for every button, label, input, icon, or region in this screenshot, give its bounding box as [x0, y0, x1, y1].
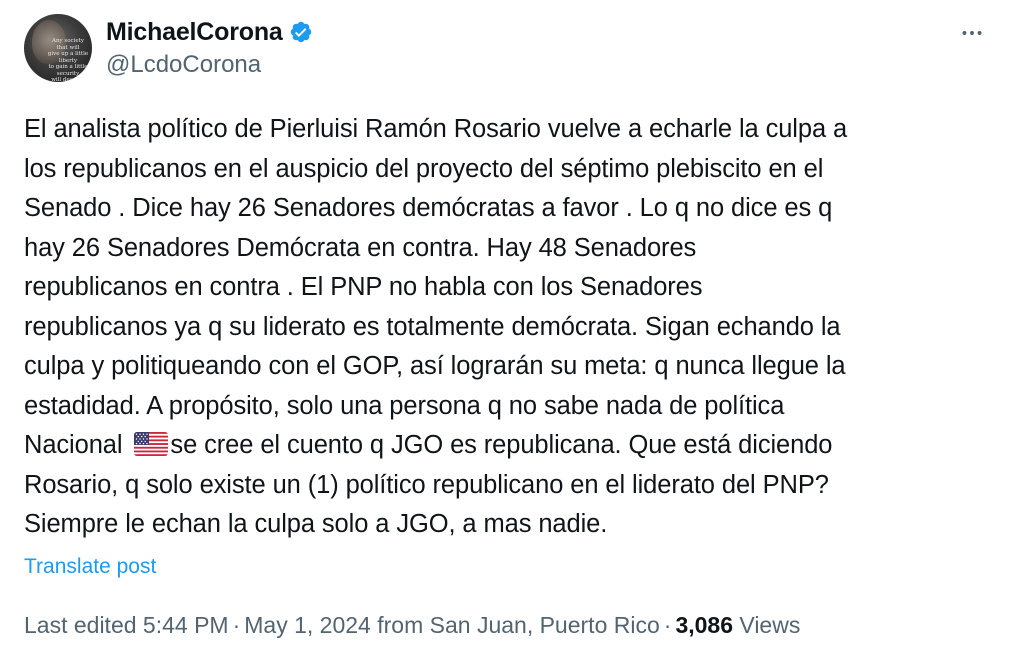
separator: · [232, 612, 241, 638]
edited-time-link[interactable]: Last edited 5:44 PM [24, 612, 229, 638]
user-info: MichaelCorona @LcdoCorona [106, 14, 313, 80]
post-line: Senado . Dice hay 26 Senadores demócrata… [24, 194, 833, 222]
post-line: estadidad. A propósito, solo una persona… [24, 391, 785, 420]
post-line: El analista político de Pierluisi Ramón … [24, 115, 848, 143]
more-horizontal-icon [962, 31, 982, 35]
post-line: culpa y politiqueando con el GOP, así lo… [24, 352, 846, 380]
post-line: republicanos ya q su liderato es totalme… [24, 312, 841, 341]
post-line: los republicanos en el auspicio del proy… [24, 154, 824, 183]
name-row: MichaelCorona [106, 14, 313, 50]
post-date[interactable]: May 1, 2024 [244, 612, 371, 638]
post-line: Nacional [24, 431, 130, 459]
more-options-button[interactable] [954, 18, 990, 48]
verified-badge-icon[interactable] [289, 20, 313, 44]
avatar[interactable]: Any society that will give up a little l… [24, 14, 92, 82]
post-line: se cree el cuento q JGO es republicana. … [170, 431, 833, 459]
us-flag-icon [134, 429, 169, 456]
views-count: 3,086 [675, 612, 733, 638]
separator: · [663, 612, 672, 638]
post-line: hay 26 Senadores Demócrata en contra. Ha… [24, 233, 697, 262]
avatar-quote-text: Any society that will give up a little l… [47, 38, 89, 82]
post-text: El analista político de Pierluisi Ramón … [24, 110, 1004, 545]
tweet-card: Any society that will give up a little l… [0, 0, 1021, 662]
translate-post-link[interactable]: Translate post [24, 554, 156, 580]
views-label: Views [739, 612, 801, 638]
display-name[interactable]: MichaelCorona [106, 18, 283, 47]
post-meta: Last edited 5:44 PM · May 1, 2024 from San… [24, 610, 800, 640]
post-location: from San Juan, Puerto Rico [377, 612, 660, 638]
post-line: Siempre le echan la culpa solo a JGO, a … [24, 510, 608, 538]
user-handle[interactable]: @LcdoCorona [106, 50, 313, 80]
post-line: republicanos en contra . El PNP no habla… [24, 273, 703, 301]
post-line: Rosario, q solo existe un (1) político r… [24, 470, 829, 499]
